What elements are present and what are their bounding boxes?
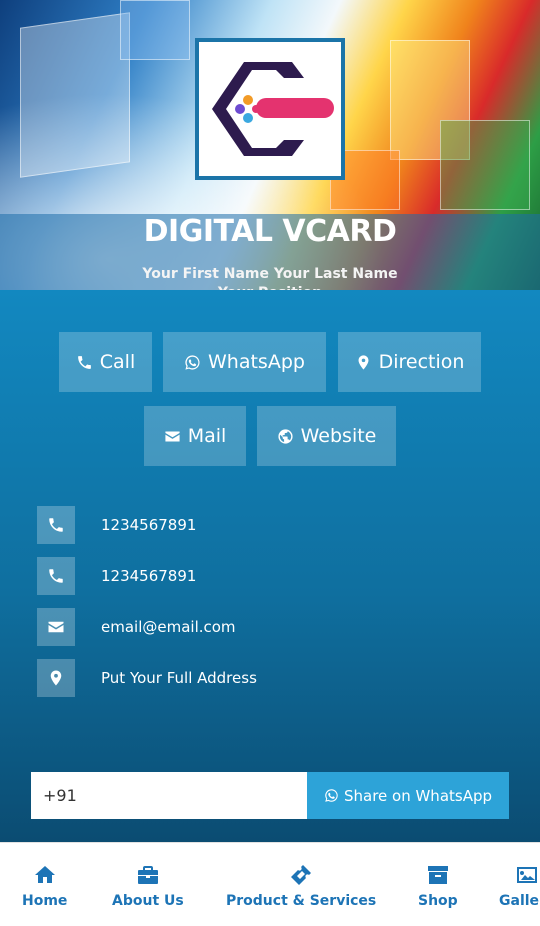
phone-icon bbox=[49, 518, 63, 532]
map-marker-icon bbox=[358, 354, 369, 370]
share-whatsapp-button[interactable]: Share on WhatsApp bbox=[307, 772, 509, 819]
person-name: Your First Name Your Last Name bbox=[142, 266, 398, 282]
direction-label: Direction bbox=[378, 351, 465, 373]
call-label: Call bbox=[99, 351, 136, 373]
share-whatsapp-label: Share on WhatsApp bbox=[343, 786, 493, 805]
contact-icon-box bbox=[37, 608, 75, 646]
contact-address-text: Put Your Full Address bbox=[101, 669, 257, 687]
whatsapp-icon bbox=[185, 354, 200, 370]
image-icon bbox=[517, 867, 538, 883]
phone-icon bbox=[49, 569, 63, 583]
nav-item-gallery[interactable]: Gallery bbox=[499, 863, 540, 909]
ticket-icon bbox=[291, 865, 312, 885]
nav-gallery-label: Gallery bbox=[499, 893, 540, 909]
nav-about-label: About Us bbox=[112, 893, 184, 909]
contact-icon-box bbox=[37, 557, 75, 595]
bottom-nav: Home About Us Product & Services Shop Ga… bbox=[0, 842, 540, 926]
nav-item-about[interactable]: About Us bbox=[112, 863, 184, 909]
briefcase-icon bbox=[137, 866, 158, 884]
globe-icon bbox=[278, 428, 293, 444]
phone-icon bbox=[77, 355, 91, 369]
contact-phone-text: 1234567891 bbox=[101, 516, 197, 534]
nav-shop-label: Shop bbox=[418, 893, 458, 909]
logo-icon bbox=[212, 62, 334, 156]
map-marker-icon bbox=[50, 670, 62, 686]
home-icon bbox=[34, 866, 55, 883]
direction-button[interactable]: Direction bbox=[338, 332, 481, 392]
website-button[interactable]: Website bbox=[257, 406, 396, 466]
nav-home-label: Home bbox=[22, 893, 68, 909]
brand-title: DIGITAL VCARD bbox=[143, 214, 397, 249]
whatsapp-button[interactable]: WhatsApp bbox=[163, 332, 326, 392]
envelope-icon bbox=[48, 621, 64, 633]
mail-button[interactable]: Mail bbox=[144, 406, 246, 466]
decor-tile bbox=[440, 120, 530, 210]
nav-item-home[interactable]: Home bbox=[22, 863, 67, 909]
call-button[interactable]: Call bbox=[59, 332, 152, 392]
website-label: Website bbox=[300, 425, 377, 447]
contact-email-text: email@email.com bbox=[101, 618, 236, 636]
nav-item-products[interactable]: Product & Services bbox=[226, 863, 376, 909]
contact-icon-box bbox=[37, 659, 75, 697]
contact-row-phone[interactable]: 1234567891 bbox=[37, 505, 507, 545]
mail-label: Mail bbox=[187, 425, 227, 447]
nav-products-label: Product & Services bbox=[226, 893, 377, 909]
share-phone-input[interactable] bbox=[31, 772, 307, 819]
archive-icon bbox=[427, 866, 448, 884]
contact-phone-2-text: 1234567891 bbox=[101, 567, 197, 585]
envelope-icon bbox=[165, 431, 180, 441]
share-whatsapp-form: Share on WhatsApp bbox=[31, 772, 509, 819]
whatsapp-label: WhatsApp bbox=[208, 351, 305, 373]
whatsapp-icon bbox=[325, 789, 338, 802]
decor-tile bbox=[120, 0, 190, 60]
company-logo bbox=[195, 38, 345, 180]
contact-row-address[interactable]: Put Your Full Address bbox=[37, 658, 507, 698]
decor-tile bbox=[20, 12, 130, 178]
contact-icon-box bbox=[37, 506, 75, 544]
contact-row-email[interactable]: email@email.com bbox=[37, 607, 507, 647]
contact-row-phone-2[interactable]: 1234567891 bbox=[37, 556, 507, 596]
nav-item-shop[interactable]: Shop bbox=[418, 863, 458, 909]
